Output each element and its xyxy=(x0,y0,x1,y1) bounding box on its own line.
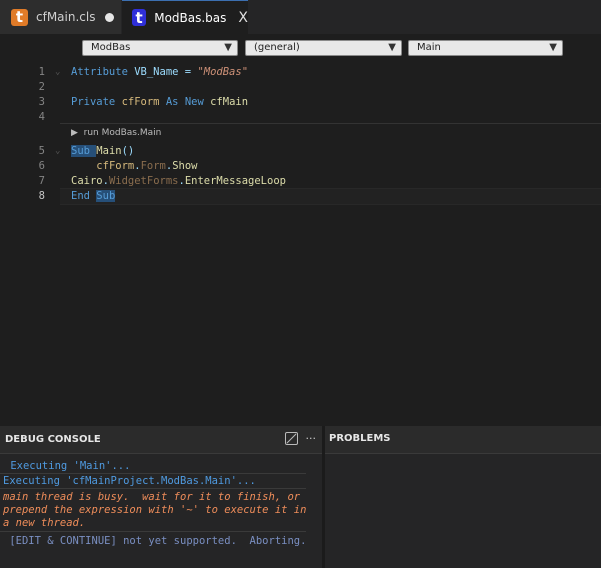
console-line: prepend the expression with '~' to execu… xyxy=(3,504,307,516)
console-line: a new thread. xyxy=(3,517,86,529)
member-dropdown-value: Main xyxy=(417,42,441,53)
code-editor[interactable]: ▶ run ModBas.Main 1 ⌄ Attribute VB_Name = … xyxy=(0,62,601,426)
navigation-dropdown-bar: ModBas ▼ (general) ▼ Main ▼ xyxy=(0,34,601,62)
code-text: End Sub xyxy=(71,190,116,202)
scope-dropdown-value: (general) xyxy=(254,42,300,53)
console-line: Executing 'cfMainProject.ModBas.Main'... xyxy=(3,475,256,487)
twinbasic-icon: t xyxy=(132,9,147,27)
code-text: Sub Main() xyxy=(71,145,135,157)
line-number: 5 xyxy=(38,145,45,157)
chevron-down-icon: ▼ xyxy=(224,42,232,53)
code-line[interactable]: 6 cfForm.Form.Show xyxy=(0,159,601,174)
line-number: 6 xyxy=(38,160,45,172)
chevron-down-icon: ▼ xyxy=(388,42,396,53)
console-line: [EDIT & CONTINUE] not yet supported. Abo… xyxy=(3,535,307,547)
console-divider xyxy=(0,531,306,532)
scope-dropdown[interactable]: (general) ▼ xyxy=(245,40,402,56)
tab-cfmain[interactable]: t cfMain.cls xyxy=(0,0,121,34)
debug-console-panel: DEBUG CONSOLE ··· Executing 'Main'... Exe… xyxy=(0,426,322,568)
debug-console-title: DEBUG CONSOLE xyxy=(5,434,101,445)
codelens-label: run ModBas.Main xyxy=(83,128,162,138)
code-line[interactable]: 5 ⌄ Sub Main() xyxy=(0,144,601,159)
module-dropdown[interactable]: ModBas ▼ xyxy=(82,40,238,56)
tab-label: cfMain.cls xyxy=(36,10,96,24)
code-line[interactable]: 3 Private cfForm As New cfMain xyxy=(0,95,601,110)
member-dropdown[interactable]: Main ▼ xyxy=(408,40,563,56)
code-line[interactable]: 1 ⌄ Attribute VB_Name = "ModBas" xyxy=(0,65,601,80)
console-line: main thread is busy. wait for it to fini… xyxy=(3,491,301,503)
unsaved-dot-icon[interactable] xyxy=(105,12,115,22)
line-number: 8 xyxy=(38,190,45,202)
line-number: 4 xyxy=(38,111,45,123)
fold-chevron-icon[interactable]: ⌄ xyxy=(55,65,60,80)
line-number: 1 xyxy=(38,66,45,78)
code-text: Attribute VB_Name = "ModBas" xyxy=(71,66,249,78)
close-icon[interactable]: X xyxy=(238,10,248,26)
code-text: Private cfForm As New cfMain xyxy=(71,96,249,108)
codelens-run[interactable]: ▶ run ModBas.Main xyxy=(71,128,161,138)
code-text: Cairo.WidgetForms.EnterMessageLoop xyxy=(71,175,286,187)
more-actions-icon[interactable]: ··· xyxy=(306,432,317,445)
code-line[interactable]: 8 End Sub xyxy=(0,189,601,204)
tab-bar: t cfMain.cls t ModBas.bas X xyxy=(0,0,601,34)
code-line[interactable]: 2 xyxy=(0,80,601,95)
clear-console-icon[interactable] xyxy=(284,432,298,445)
chevron-down-icon: ▼ xyxy=(549,42,557,53)
problems-panel: PROBLEMS xyxy=(325,426,601,568)
tab-modbas[interactable]: t ModBas.bas X xyxy=(122,0,248,34)
code-text: cfForm.Form.Show xyxy=(96,160,198,172)
fold-chevron-icon[interactable]: ⌄ xyxy=(55,144,60,159)
tab-label: ModBas.bas xyxy=(154,10,227,25)
twinbasic-icon: t xyxy=(11,8,28,26)
problems-header: PROBLEMS xyxy=(325,426,601,454)
line-number: 2 xyxy=(38,81,45,93)
problems-title: PROBLEMS xyxy=(329,433,391,444)
console-divider xyxy=(0,488,306,489)
console-line: Executing 'Main'... xyxy=(4,460,131,472)
console-divider xyxy=(0,473,306,474)
line-number: 3 xyxy=(38,96,45,108)
line-number: 7 xyxy=(38,175,45,187)
code-line[interactable]: 4 xyxy=(0,110,601,125)
code-line[interactable]: 7 Cairo.WidgetForms.EnterMessageLoop xyxy=(0,174,601,189)
module-dropdown-value: ModBas xyxy=(91,42,131,53)
debug-console-header: DEBUG CONSOLE ··· xyxy=(0,426,322,454)
